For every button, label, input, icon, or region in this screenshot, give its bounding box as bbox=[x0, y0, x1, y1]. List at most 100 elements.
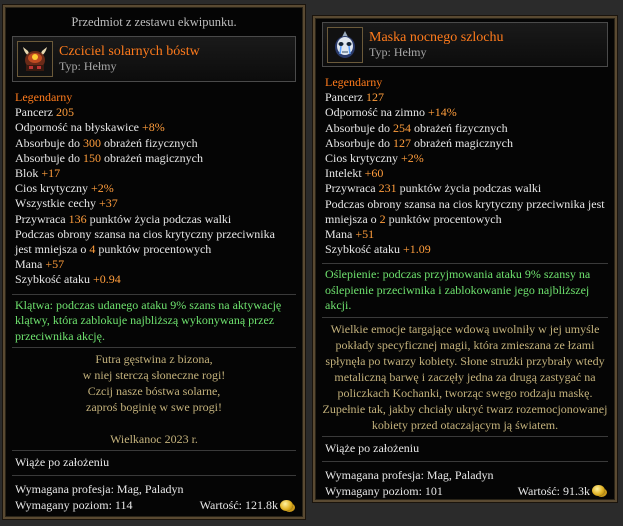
required-level: Wymagany poziom: 114 bbox=[15, 498, 133, 513]
stat-line: Mana +57 bbox=[15, 257, 293, 272]
stat-label: obrażeń magicznych bbox=[411, 135, 513, 150]
stat-label: obrażeń magicznych bbox=[101, 150, 203, 165]
stats-block: Legendarny Pancerz 127 Odporność na zimno… bbox=[315, 67, 615, 257]
stat-label: Absorbuje do bbox=[15, 135, 83, 150]
stat-value: 205 bbox=[55, 105, 74, 120]
stat-value: +51 bbox=[355, 227, 375, 242]
stat-label: Przywraca bbox=[325, 181, 379, 196]
stat-line: Cios krytyczny +2% bbox=[15, 181, 293, 196]
stat-label: Blok bbox=[15, 166, 42, 181]
stat-line: Pancerz 205 bbox=[15, 105, 293, 120]
stat-value: 231 bbox=[378, 181, 397, 196]
stat-label: Cios krytyczny bbox=[15, 181, 91, 196]
stat-label: punktów życia podczas walki bbox=[396, 181, 542, 196]
item-header: Czciciel solarnych bóstw Typ: Hełmy bbox=[12, 36, 296, 82]
binds-note: Wiąże po założeniu bbox=[15, 455, 110, 470]
flavor-line: Czcij nasze bóstwa solarne, bbox=[87, 384, 221, 399]
stats-list: Pancerz 127 Odporność na zimno +14% Absorb… bbox=[325, 90, 605, 257]
stat-label: obrażeń fizycznych bbox=[101, 135, 198, 150]
stat-label: Odporność na błyskawice bbox=[15, 120, 142, 135]
stat-value: +0.94 bbox=[92, 272, 121, 287]
horned-helmet-icon bbox=[17, 41, 53, 77]
stat-line: Blok +17 bbox=[15, 166, 293, 181]
stat-label: punktów procentowych bbox=[385, 211, 502, 226]
item-name: Czciciel solarnych bóstw bbox=[59, 44, 200, 59]
stat-label: Szybkość ataku bbox=[15, 272, 93, 287]
stat-label: Wszystkie cechy bbox=[15, 196, 99, 211]
stat-value: 150 bbox=[83, 150, 101, 165]
stat-value: 127 bbox=[393, 135, 411, 150]
flavor-line: Futra gęstwina z bizona, bbox=[95, 352, 213, 367]
rarity-label: Legendarny bbox=[325, 75, 383, 89]
stat-value: +2% bbox=[401, 151, 424, 166]
rarity-label: Legendarny bbox=[15, 90, 73, 104]
flavor-text: Wielkie emocje targające wdową uwolniły … bbox=[322, 321, 608, 432]
stat-label: Cios krytyczny bbox=[325, 151, 401, 166]
stat-value: +8% bbox=[141, 120, 165, 135]
required-profession: Wymagana profesja: Mag, Paladyn bbox=[325, 467, 494, 482]
stat-value: +14% bbox=[427, 105, 457, 120]
night-mask-icon bbox=[327, 26, 363, 63]
stat-value: +2% bbox=[91, 181, 114, 196]
stat-line: Cios krytyczny +2% bbox=[325, 151, 605, 166]
flavor-text: Futra gęstwina z bizona, w niej sterczą … bbox=[5, 348, 303, 450]
stat-label: Pancerz bbox=[15, 105, 56, 120]
set-item-note: Przedmiot z zestawu ekwipunku. bbox=[71, 15, 237, 29]
stat-label: Szybkość ataku bbox=[325, 242, 403, 257]
stat-label: Przywraca bbox=[15, 211, 69, 226]
flavor-line: zaproś boginię w swe progi! bbox=[86, 400, 222, 415]
stat-value: +57 bbox=[45, 257, 65, 272]
gold-coin-icon bbox=[280, 499, 293, 511]
stat-line: Intelekt +60 bbox=[325, 166, 605, 181]
stat-line: Przywraca 231 punktów życia podczas walk… bbox=[325, 181, 605, 196]
stat-value: +1.09 bbox=[402, 242, 431, 257]
stat-value: +60 bbox=[364, 166, 384, 181]
item-tooltip-right: Maska nocnego szlochu Typ: Hełmy Legenda… bbox=[313, 16, 617, 502]
stat-value: 300 bbox=[83, 135, 101, 150]
item-type: Typ: Hełmy bbox=[369, 44, 427, 59]
stats-block: Legendarny Pancerz 205 Odporność na błysk… bbox=[5, 82, 303, 288]
flavor-line: w niej sterczą słoneczne rogi! bbox=[82, 368, 226, 383]
stat-value: +37 bbox=[98, 196, 118, 211]
required-profession: Wymagana profesja: Mag, Paladyn bbox=[15, 482, 184, 497]
stat-value: 127 bbox=[365, 90, 384, 105]
stat-label: Odporność na zimno bbox=[325, 105, 428, 120]
stat-line: Szybkość ataku +1.09 bbox=[325, 242, 605, 257]
stat-line: Absorbuje do 150 obrażeń magicznych bbox=[15, 151, 293, 166]
special-effect: Oślepienie: podczas przyjmowania ataku 9… bbox=[325, 267, 591, 313]
stat-line: Odporność na zimno +14% bbox=[325, 105, 605, 120]
stat-label: Absorbuje do bbox=[325, 135, 393, 150]
stat-label: punktów życia podczas walki bbox=[86, 211, 232, 226]
stat-line: Pancerz 127 bbox=[325, 90, 605, 105]
stat-label: Absorbuje do bbox=[325, 120, 393, 135]
stat-line: Absorbuje do 127 obrażeń magicznych bbox=[325, 136, 605, 151]
stat-label: Intelekt bbox=[325, 166, 365, 181]
stats-list: Pancerz 205 Odporność na błyskawice +8% Ab… bbox=[15, 105, 293, 287]
stat-line: Przywraca 136 punktów życia podczas walk… bbox=[15, 212, 293, 227]
stat-line: Absorbuje do 254 obrażeń fizycznych bbox=[325, 121, 605, 136]
stat-value: 254 bbox=[393, 120, 411, 135]
gold-coin-icon bbox=[592, 485, 605, 497]
stat-line: Podczas obrony szansa na cios krytyczny … bbox=[325, 197, 605, 227]
required-level: Wymagany poziom: 101 bbox=[325, 483, 443, 498]
stat-label: Mana bbox=[15, 257, 46, 272]
item-tooltip-left: Przedmiot z zestawu ekwipunku. Czciciel … bbox=[3, 5, 305, 519]
requirements: Wymagana profesja: Mag, Paladyn Wymagany… bbox=[315, 462, 615, 499]
stat-line: Odporność na błyskawice +8% bbox=[15, 120, 293, 135]
stat-line: Mana +51 bbox=[325, 227, 605, 242]
item-name: Maska nocnego szlochu bbox=[369, 29, 504, 45]
stat-value: 136 bbox=[68, 211, 87, 226]
event-label: Wielkanoc 2023 r. bbox=[110, 432, 198, 447]
stat-line: Podczas obrony szansa na cios krytyczny … bbox=[15, 227, 293, 257]
special-effect: Klątwa: podczas udanego ataku 9% szans n… bbox=[15, 297, 282, 343]
stat-line: Wszystkie cechy +37 bbox=[15, 196, 293, 211]
stat-label: Mana bbox=[325, 227, 356, 242]
stat-line: Szybkość ataku +0.94 bbox=[15, 272, 293, 287]
item-value: Wartość: 121.8k bbox=[199, 498, 278, 513]
binds-note: Wiąże po założeniu bbox=[325, 440, 420, 455]
stat-value: +17 bbox=[41, 166, 61, 181]
stat-line: Absorbuje do 300 obrażeń fizycznych bbox=[15, 136, 293, 151]
stat-label: Pancerz bbox=[325, 90, 366, 105]
stat-label: punktów procentowych bbox=[95, 242, 212, 257]
stat-label: Absorbuje do bbox=[15, 150, 83, 165]
